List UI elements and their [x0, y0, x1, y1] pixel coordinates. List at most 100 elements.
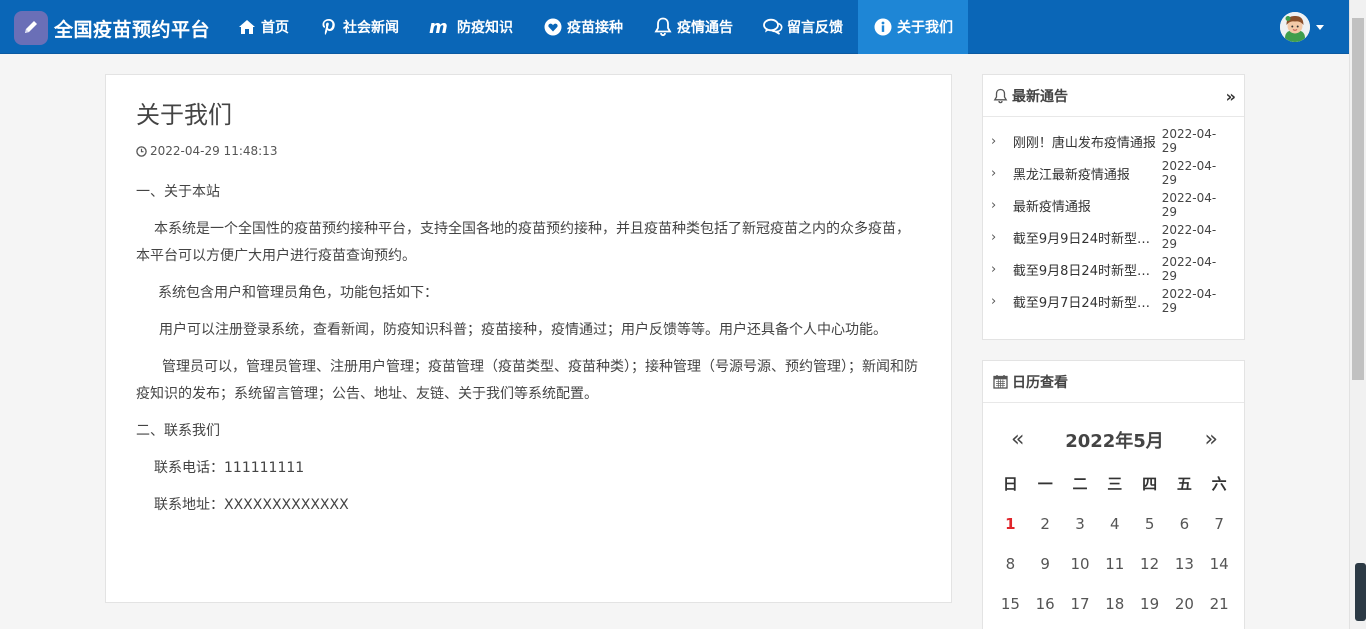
paragraph: 本系统是一个全国性的疫苗预约接种平台，支持全国各地的疫苗预约接种，并且疫苗种类包… — [136, 221, 910, 264]
chevron-right-icon: › — [991, 165, 997, 181]
notice-title: 黑龙江最新疫情通报 — [1012, 167, 1130, 183]
chevron-right-icon: › — [991, 261, 997, 277]
calendar-day[interactable]: 21 — [1202, 587, 1237, 627]
calendar-day[interactable]: 2 — [1028, 507, 1063, 547]
calendar-month: 2022年5月 — [1065, 431, 1164, 452]
nav-item-home[interactable]: 首页 — [222, 0, 304, 54]
calendar-day[interactable]: 6 — [1167, 507, 1202, 547]
page-scrollbar[interactable] — [1349, 0, 1366, 629]
article-date-text: 2022-04-29 11:48:13 — [150, 144, 278, 158]
nav-item-label: 关于我们 — [897, 20, 953, 36]
notice-item[interactable]: › 截至9月9日24时新型冠状病毒肺炎疫情最新情况2022-04-29 — [983, 221, 1244, 253]
calendar-day[interactable]: 14 — [1202, 547, 1237, 587]
heart-circle-icon — [543, 17, 563, 37]
notice-title: 截至9月8日24时新型冠状病毒肺炎疫情最新情况 — [1012, 263, 1162, 279]
calendar-day-today[interactable]: 1 — [993, 507, 1028, 547]
chevron-right-icon: › — [991, 229, 997, 245]
next-month-button[interactable]: » — [1205, 429, 1218, 451]
page-title: 关于我们 — [136, 101, 232, 129]
weekday-row: 日 一 二 三 四 五 六 — [993, 467, 1237, 507]
calendar-nav: « 2022年5月 » — [983, 427, 1244, 453]
main-nav: 首页 社会新闻 m 防疫知识 疫苗接种 疫情通告 留言反馈 关于我们 — [222, 0, 968, 54]
pencil-logo-icon — [14, 11, 48, 45]
section-heading: 一、关于本站 — [136, 184, 220, 200]
notice-title: 刚刚！唐山发布疫情通报 — [1012, 135, 1156, 151]
chevron-right-icon: › — [991, 197, 997, 213]
notice-panel-header: 最新通告 » — [983, 75, 1244, 117]
weekday-label: 五 — [1176, 475, 1192, 493]
calendar-panel: 日历查看 « 2022年5月 » 日 一 二 三 四 五 六 1 2 3 4 5… — [982, 360, 1245, 629]
nav-item-knowledge[interactable]: m 防疫知识 — [414, 0, 528, 54]
notice-date: 2022-04-29 — [1161, 159, 1217, 187]
brand[interactable]: 全国疫苗预约平台 — [14, 11, 210, 45]
calendar-day[interactable]: 18 — [1097, 587, 1132, 627]
top-navbar: 全国疫苗预约平台 首页 社会新闻 m 防疫知识 疫苗接种 疫情通告 留言反馈 关… — [0, 0, 1349, 54]
paragraph: 系统包含用户和管理员角色，功能包括如下： — [158, 285, 438, 301]
bell-icon — [993, 88, 1008, 104]
calendar-day[interactable]: 9 — [1028, 547, 1063, 587]
calendar-week: 1 2 3 4 5 6 7 — [993, 507, 1237, 547]
notice-item[interactable]: › 刚刚！唐山发布疫情通报 2022-04-29 — [983, 125, 1244, 157]
user-menu[interactable] — [1280, 12, 1324, 42]
calendar-day[interactable]: 5 — [1132, 507, 1167, 547]
svg-text:m: m — [429, 19, 448, 35]
nav-item-label: 留言反馈 — [787, 20, 843, 36]
notice-date: 2022-04-29 — [1161, 223, 1217, 251]
nav-item-about[interactable]: 关于我们 — [858, 0, 968, 54]
nav-item-vaccination[interactable]: 疫苗接种 — [528, 0, 638, 54]
prev-month-button[interactable]: « — [1011, 429, 1024, 451]
side-widget — [1355, 563, 1366, 621]
notice-panel-title: 最新通告 — [1012, 88, 1068, 105]
nav-item-label: 疫情通告 — [677, 20, 733, 36]
notice-item[interactable]: › 截至9月8日24时新型冠状病毒肺炎疫情最新情况2022-04-29 — [983, 253, 1244, 285]
calendar-day[interactable]: 8 — [993, 547, 1028, 587]
pinterest-icon — [319, 17, 339, 37]
chevron-down-icon — [1316, 24, 1324, 30]
bell-icon — [653, 17, 673, 37]
m-icon: m — [429, 17, 453, 37]
calendar-day[interactable]: 4 — [1097, 507, 1132, 547]
notice-title: 最新疫情通报 — [1012, 199, 1091, 215]
calendar-day[interactable]: 10 — [1063, 547, 1098, 587]
about-article: 关于我们 2022-04-29 11:48:13 一、关于本站 本系统是一个全国… — [105, 74, 952, 603]
notice-item[interactable]: › 黑龙江最新疫情通报 2022-04-29 — [983, 157, 1244, 189]
calendar-panel-title: 日历查看 — [1012, 374, 1068, 391]
calendar-day[interactable]: 20 — [1167, 587, 1202, 627]
calendar-day[interactable]: 7 — [1202, 507, 1237, 547]
calendar-day[interactable]: 11 — [1097, 547, 1132, 587]
info-circle-icon — [873, 17, 893, 37]
calendar-panel-header: 日历查看 — [983, 361, 1244, 403]
nav-item-label: 疫苗接种 — [567, 20, 623, 36]
section-heading: 二、联系我们 — [136, 423, 220, 439]
notice-title: 截至9月7日24时新型冠状病毒肺炎疫情最新情况 — [1012, 295, 1162, 311]
comments-icon — [763, 17, 783, 37]
home-icon — [237, 17, 257, 37]
calendar-day[interactable]: 13 — [1167, 547, 1202, 587]
calendar-day[interactable]: 17 — [1063, 587, 1098, 627]
app-title: 全国疫苗预约平台 — [54, 18, 211, 41]
article-date: 2022-04-29 11:48:13 — [136, 144, 277, 158]
weekday-label: 六 — [1211, 475, 1227, 493]
notice-item[interactable]: › 最新疫情通报 2022-04-29 — [983, 189, 1244, 221]
article-body: 一、关于本站 本系统是一个全国性的疫苗预约接种平台，支持全国各地的疫苗预约接种，… — [136, 179, 923, 529]
nav-item-feedback[interactable]: 留言反馈 — [748, 0, 858, 54]
nav-item-news[interactable]: 社会新闻 — [304, 0, 414, 54]
calendar-day[interactable]: 12 — [1132, 547, 1167, 587]
scrollbar-thumb[interactable] — [1352, 18, 1364, 380]
notice-list: › 刚刚！唐山发布疫情通报 2022-04-29 › 黑龙江最新疫情通报 2022-04… — [983, 117, 1244, 317]
nav-item-notice[interactable]: 疫情通告 — [638, 0, 748, 54]
notice-item[interactable]: › 截至9月7日24时新型冠状病毒肺炎疫情最新情况2022-04-29 — [983, 285, 1244, 317]
more-link[interactable]: » — [1226, 87, 1236, 106]
calendar-day[interactable]: 16 — [1028, 587, 1063, 627]
calendar-week: 8 9 10 11 12 13 14 — [993, 547, 1237, 587]
notice-panel: 最新通告 » › 刚刚！唐山发布疫情通报 2022-04-29 › 黑龙江最新疫情通报… — [982, 74, 1245, 340]
calendar-day[interactable]: 19 — [1132, 587, 1167, 627]
calendar-day[interactable]: 15 — [993, 587, 1028, 627]
notice-date: 2022-04-29 — [1161, 255, 1217, 283]
avatar — [1280, 12, 1310, 42]
calendar-week: 15 16 17 18 19 20 21 — [993, 587, 1237, 627]
weekday-label: 四 — [1142, 475, 1158, 493]
clock-icon — [136, 145, 147, 157]
contact-address: 联系地址：XXXXXXXXXXXXX — [154, 497, 349, 513]
calendar-day[interactable]: 3 — [1063, 507, 1098, 547]
